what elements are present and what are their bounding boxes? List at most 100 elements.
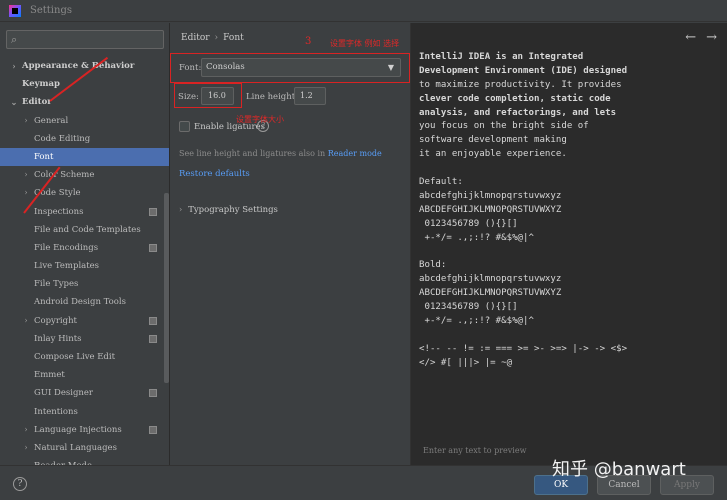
chevron-right-icon[interactable]: › [22, 421, 30, 439]
preview-line: ABCDEFGHIJKLMNOPQRSTUVWXYZ [419, 288, 562, 299]
settings-sidebar: ⌕ › Appearance & Behavior Keymap ⌄ Editor › Ge… [0, 23, 170, 465]
sidebar-item-natural-languages[interactable]: › Natural Languages [0, 439, 169, 457]
sidebar-item-label: Appearance & Behavior [22, 61, 135, 71]
font-preview-panel: ← → IntelliJ IDEA is an Integrated Develop… [410, 23, 727, 465]
sidebar-item-android-design-tools[interactable]: Android Design Tools [0, 293, 169, 311]
font-annotation-text: 设置字体 例如 选择 [330, 39, 400, 48]
sidebar-item-inlay-hints[interactable]: Inlay Hints [0, 330, 169, 348]
chevron-right-icon: › [179, 205, 183, 214]
sidebar-item-label: Inlay Hints [34, 333, 82, 344]
preview-line: IntelliJ IDEA is an Integrated [419, 52, 584, 62]
reader-mode-hint: See line height and ligatures also in Re… [179, 149, 382, 158]
sidebar-item-label: Code Style [34, 188, 81, 199]
sidebar-item-live-templates[interactable]: Live Templates [0, 257, 169, 275]
preview-line [419, 329, 719, 343]
sidebar-item-label: Intentions [34, 406, 78, 417]
sidebar-item-reader-mode[interactable]: Reader Mode [0, 457, 169, 465]
chevron-right-icon[interactable]: › [22, 112, 30, 130]
reader-mode-link[interactable]: Reader mode [328, 149, 382, 158]
breadcrumb-separator-icon: › [214, 33, 219, 43]
sidebar-item-label: Copyright [34, 315, 77, 326]
sidebar-item-label: Font [34, 151, 54, 162]
help-button[interactable]: ? [13, 477, 27, 491]
preview-line: abcdefghijklmnopqrstuvwxyz [419, 190, 562, 201]
preview-line: clever code completion, static code [419, 93, 611, 104]
sidebar-item-file-types[interactable]: File Types [0, 275, 169, 293]
sidebar-item-label: Editor [22, 97, 52, 108]
sidebar-item-file-encodings[interactable]: File Encodings [0, 239, 169, 257]
preview-line: software development making [419, 135, 567, 146]
chevron-right-icon[interactable]: › [22, 312, 30, 330]
sidebar-item-intentions[interactable]: Intentions [0, 403, 169, 421]
breadcrumb: Editor › Font [181, 33, 244, 43]
arrow-left-icon[interactable]: ← [675, 30, 696, 45]
breadcrumb-font: Font [223, 33, 244, 43]
sidebar-item-label: File Encodings [34, 242, 99, 253]
sidebar-item-font[interactable]: Font [0, 147, 169, 167]
line-height-input[interactable]: 1.2 [294, 87, 326, 105]
sidebar-item-compose-live-edit[interactable]: Compose Live Edit [0, 348, 169, 366]
preview-line: analysis, and refactorings, and lets [419, 107, 617, 118]
settings-tree: › Appearance & Behavior Keymap ⌄ Editor › Gene… [0, 57, 169, 465]
sidebar-item-label: Android Design Tools [34, 297, 126, 308]
preview-text[interactable]: IntelliJ IDEA is an Integrated Developmen… [419, 51, 719, 370]
chevron-right-icon[interactable]: › [22, 184, 30, 202]
typography-settings-toggle[interactable]: › Typography Settings [179, 205, 278, 215]
sidebar-item-gui-designer[interactable]: GUI Designer [0, 384, 169, 402]
hint-text: See line height and ligatures also in [179, 149, 326, 158]
project-scope-icon [149, 389, 157, 398]
sidebar-item-copyright[interactable]: › Copyright [0, 312, 169, 330]
size-annotation-text: 设置字体大小 [236, 115, 284, 124]
project-scope-icon [149, 334, 157, 343]
preview-line: ABCDEFGHIJKLMNOPQRSTUVWXYZ [419, 204, 562, 215]
sidebar-item-code-style[interactable]: › Code Style [0, 184, 169, 202]
preview-line: Default: [419, 177, 463, 188]
chevron-down-icon[interactable]: ⌄ [10, 93, 18, 111]
chevron-right-icon[interactable]: › [10, 57, 18, 75]
sidebar-item-label: Reader Mode [34, 457, 92, 465]
font-annotation-box [170, 53, 410, 83]
sidebar-item-editor[interactable]: ⌄ Editor [0, 93, 169, 111]
preview-line: +-*/= .,;:!? #&$%@|^ [419, 315, 534, 326]
project-scope-icon [149, 243, 157, 252]
sidebar-item-emmet[interactable]: Emmet [0, 366, 169, 384]
settings-search-box[interactable]: ⌕ [6, 30, 164, 49]
sidebar-item-keymap[interactable]: Keymap [0, 75, 169, 93]
sidebar-item-label: General [34, 115, 69, 126]
preview-line: <!-- -- != := === >= >- >=> |-> -> <$> [419, 343, 628, 354]
ligatures-checkbox[interactable] [179, 121, 190, 132]
preview-line: 0123456789 (){}[] [419, 218, 518, 229]
sidebar-item-label: File and Code Templates [34, 224, 141, 235]
sidebar-item-general[interactable]: › General [0, 112, 169, 130]
sidebar-item-code-editing[interactable]: Code Editing [0, 130, 169, 148]
chevron-right-icon[interactable]: › [22, 439, 30, 457]
preview-toolbar: ← → [675, 30, 717, 45]
window-title: Settings [30, 5, 72, 16]
sidebar-item-label: Emmet [34, 370, 65, 381]
zhihu-watermark: 知乎 @banwart [552, 459, 686, 480]
preview-line [419, 245, 719, 259]
sidebar-item-color-scheme[interactable]: › Color Scheme [0, 166, 169, 184]
sidebar-item-label: Natural Languages [34, 442, 117, 453]
restore-defaults-link[interactable]: Restore defaults [179, 169, 250, 179]
sidebar-item-file-and-code-templates[interactable]: File and Code Templates [0, 221, 169, 239]
search-icon: ⌕ [11, 33, 18, 46]
preview-line: +-*/= .,;:!? #&$%@|^ [419, 232, 534, 243]
project-scope-icon [149, 316, 157, 325]
sidebar-item-label: Color Scheme [34, 170, 95, 181]
step-number-annotation: 3 [305, 36, 312, 47]
settings-search-input[interactable] [25, 32, 161, 47]
project-scope-icon [149, 207, 157, 216]
preview-line: </> #[ |||> |= ~@ [419, 357, 513, 368]
sidebar-item-label: File Types [34, 279, 79, 290]
sidebar-item-language-injections[interactable]: › Language Injections [0, 421, 169, 439]
chevron-right-icon[interactable]: › [22, 166, 30, 184]
line-height-label: Line height: [246, 92, 298, 102]
preview-placeholder: Enter any text to preview [423, 446, 527, 455]
arrow-right-icon[interactable]: → [696, 30, 717, 45]
preview-line: you focus on the bright side of [419, 121, 589, 132]
preview-line: abcdefghijklmnopqrstuvwxyz [419, 274, 562, 285]
sidebar-scrollbar[interactable] [164, 193, 169, 383]
intellij-idea-icon [9, 5, 21, 17]
breadcrumb-editor[interactable]: Editor [181, 33, 210, 43]
